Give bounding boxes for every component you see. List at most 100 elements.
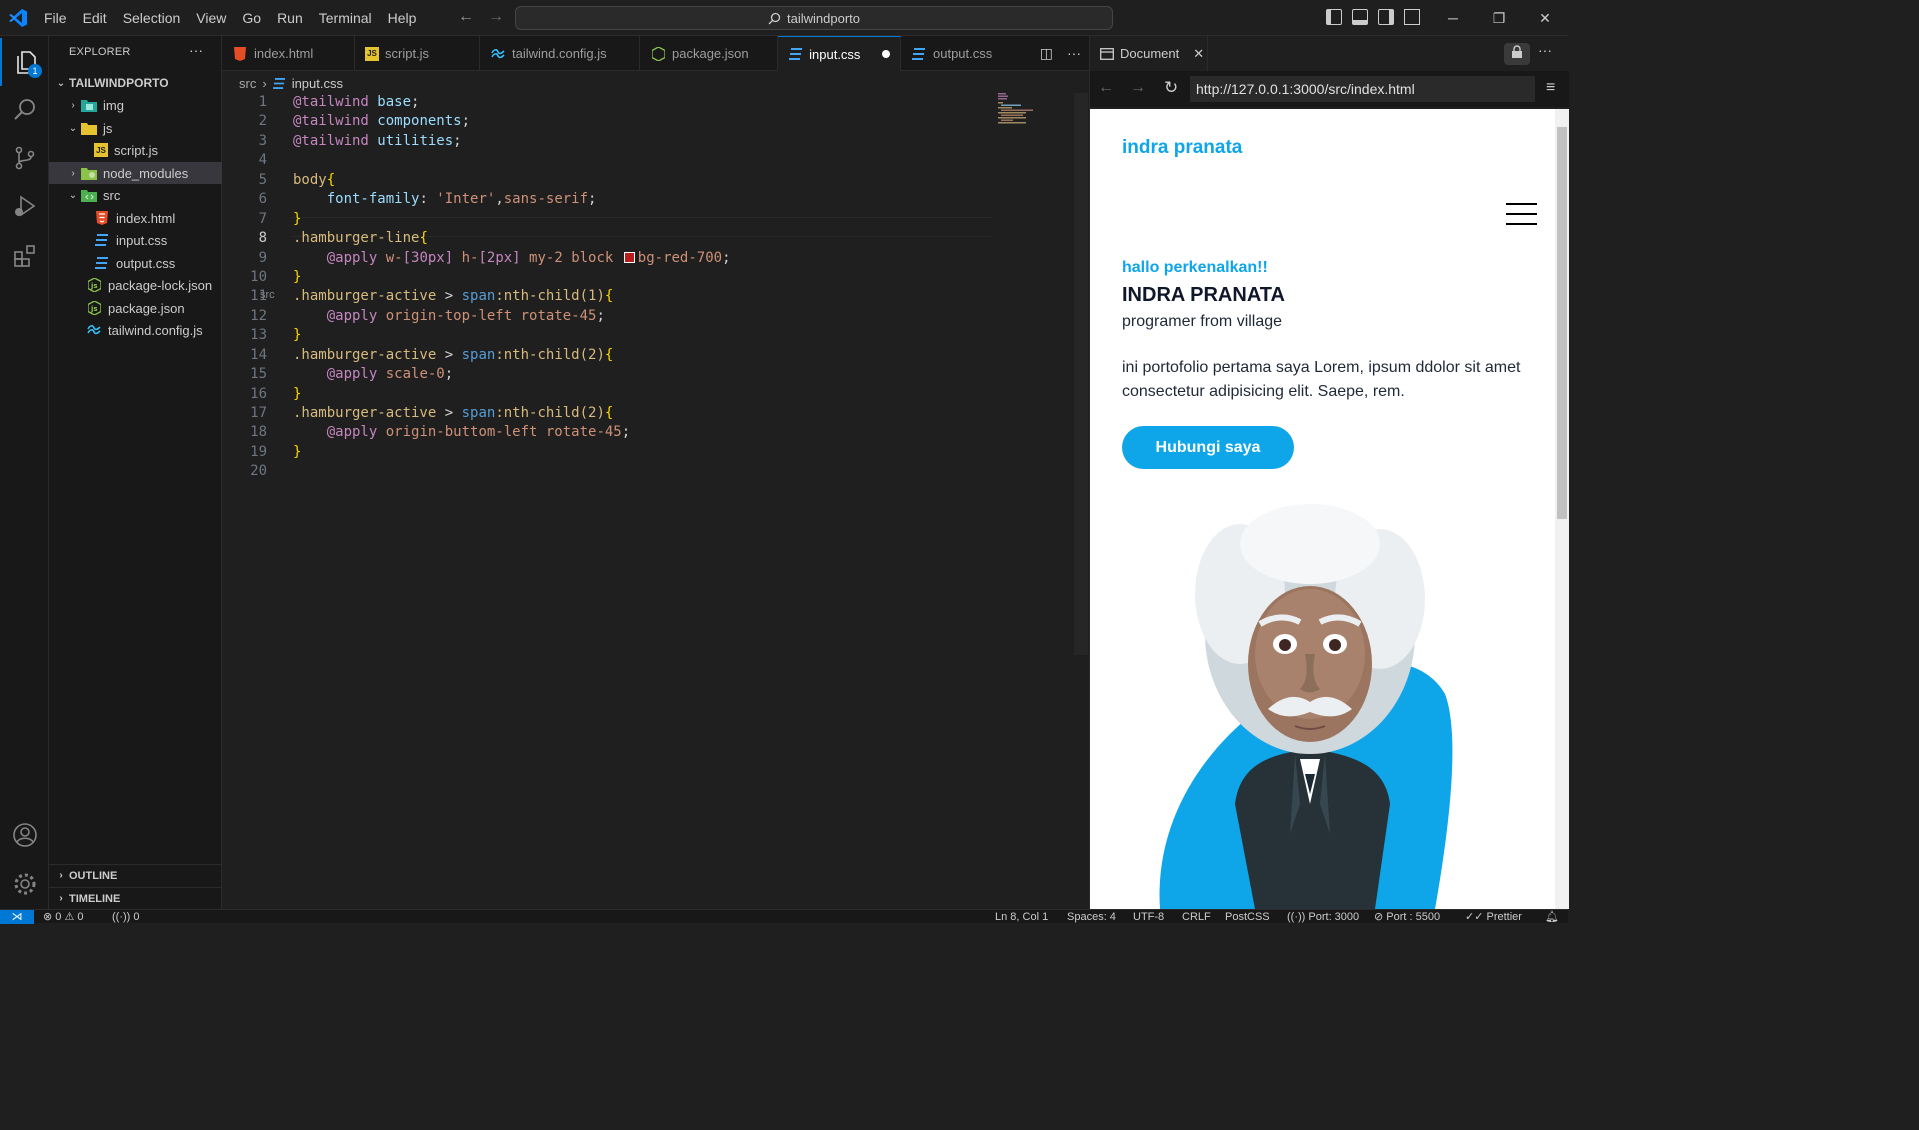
close-icon[interactable]: ✕: [1522, 0, 1568, 36]
tab-input-css[interactable]: input.css: [778, 36, 901, 71]
menu-file[interactable]: File: [36, 0, 75, 36]
forward-arrow-icon[interactable]: →: [488, 8, 504, 26]
refresh-icon[interactable]: ↻: [1164, 78, 1178, 98]
indentation[interactable]: Spaces: 4: [1067, 910, 1116, 924]
tab-index-html[interactable]: index.html src: [222, 36, 355, 301]
live-server-status[interactable]: ⊘ Port : 5500: [1374, 910, 1440, 924]
prettier-status[interactable]: ✓✓ Prettier: [1465, 910, 1522, 924]
more-actions-icon[interactable]: ···: [1538, 42, 1552, 58]
encoding[interactable]: UTF-8: [1133, 910, 1164, 924]
forward-arrow-icon[interactable]: →: [1130, 79, 1146, 97]
source-control-activity[interactable]: [0, 134, 49, 182]
code-line[interactable]: 15 @apply scale-0;: [222, 365, 992, 384]
code-line[interactable]: 6 font-family: 'Inter',sans-serif;: [222, 190, 992, 209]
problems-status[interactable]: ⊗ 0 ⚠ 0: [43, 910, 84, 924]
menu-help[interactable]: Help: [380, 0, 425, 36]
tree-item-package-json[interactable]: js package.json: [49, 297, 222, 319]
tree-item-src[interactable]: ⌄ src: [49, 184, 222, 206]
code-line[interactable]: 12 @apply origin-top-left rotate-45;: [222, 307, 992, 326]
extensions-activity[interactable]: [0, 232, 49, 280]
cursor-position[interactable]: Ln 8, Col 1: [995, 910, 1048, 924]
code-line[interactable]: 3 @tailwind utilities;: [222, 132, 992, 151]
site-logo[interactable]: indra pranata: [1122, 137, 1242, 159]
language-mode[interactable]: PostCSS: [1225, 910, 1270, 924]
tree-item-output-css[interactable]: output.css: [49, 252, 222, 274]
toggle-primary-sidebar-icon[interactable]: [1326, 9, 1342, 25]
customize-layout-icon[interactable]: [1404, 9, 1420, 25]
code-line[interactable]: 10}: [222, 268, 992, 287]
outline-section[interactable]: › OUTLINE: [49, 864, 222, 886]
minimize-icon[interactable]: ─: [1430, 0, 1476, 36]
explorer-activity[interactable]: 1: [0, 38, 49, 86]
tab-output-css[interactable]: output.css: [901, 36, 1015, 71]
split-editor-icon[interactable]: ◫: [1040, 45, 1053, 62]
hamburger-menu-icon[interactable]: [1506, 195, 1537, 225]
tree-item-node-modules[interactable]: › node_modules: [49, 162, 222, 184]
code-line[interactable]: 4: [222, 151, 992, 170]
tree-item-index-html[interactable]: index.html: [49, 207, 222, 229]
lock-icon[interactable]: [1504, 43, 1530, 65]
command-center[interactable]: tailwindporto: [515, 6, 1113, 30]
back-arrow-icon[interactable]: ←: [1098, 79, 1114, 97]
toggle-panel-icon[interactable]: [1352, 9, 1368, 25]
menu-icon[interactable]: ≡: [1546, 79, 1555, 97]
code-line[interactable]: 19}: [222, 443, 992, 462]
tree-item-img[interactable]: › img: [49, 94, 222, 116]
menu-terminal[interactable]: Terminal: [311, 0, 380, 36]
toggle-secondary-sidebar-icon[interactable]: [1378, 9, 1394, 25]
back-arrow-icon[interactable]: ←: [458, 8, 474, 26]
restore-icon[interactable]: ❐: [1476, 0, 1522, 36]
scrollbar-thumb[interactable]: [1557, 127, 1567, 519]
code-line[interactable]: 17 .hamburger-active > span:nth-child(2){: [222, 404, 992, 423]
menu-edit[interactable]: Edit: [75, 0, 115, 36]
menu-go[interactable]: Go: [234, 0, 269, 36]
more-actions-icon[interactable]: ···: [189, 42, 203, 58]
ports-status[interactable]: ((·)) 0: [112, 910, 140, 924]
tree-item-tailwind-config-js[interactable]: tailwind.config.js: [49, 319, 222, 341]
tab-script-js[interactable]: JS script.js: [355, 36, 480, 71]
unsaved-dot-icon[interactable]: [882, 50, 890, 58]
accounts-activity[interactable]: [0, 811, 49, 859]
manage-activity[interactable]: [0, 860, 49, 908]
code-editor[interactable]: 1 @tailwind base; 2 @tailwind components; 3 @…: [222, 93, 992, 482]
remote-indicator-icon[interactable]: ⋊: [0, 910, 34, 924]
search-activity[interactable]: [0, 86, 49, 134]
menu-run[interactable]: Run: [269, 0, 311, 36]
code-line[interactable]: 2 @tailwind components;: [222, 112, 992, 131]
tree-item-js[interactable]: ⌄ js: [49, 117, 222, 139]
close-icon[interactable]: ✕: [1193, 46, 1204, 62]
run-debug-activity[interactable]: [0, 182, 49, 230]
workspace-root[interactable]: ⌄ TAILWINDPORTO: [49, 72, 222, 94]
code-line[interactable]: 7}: [222, 210, 992, 229]
more-actions-icon[interactable]: ···: [1067, 45, 1081, 62]
tree-item-input-css[interactable]: input.css: [49, 229, 222, 251]
code-line[interactable]: 9 @apply w-[30px] h-[2px] my-2 block bg-…: [222, 249, 992, 268]
tailwind-port-status[interactable]: ((·)) Port: 3000: [1287, 910, 1359, 924]
notifications-bell-icon[interactable]: 🔔︎: [1545, 910, 1559, 924]
contact-button[interactable]: Hubungi saya: [1122, 426, 1294, 469]
code-line[interactable]: 1 @tailwind base;: [222, 93, 992, 112]
color-swatch-icon[interactable]: [623, 251, 635, 263]
code-line[interactable]: 16}: [222, 385, 992, 404]
menu-view[interactable]: View: [188, 0, 234, 36]
editor-scrollbar[interactable]: [1074, 93, 1088, 655]
tab-tailwind-config-js[interactable]: tailwind.config.js: [480, 36, 640, 71]
minimap[interactable]: [998, 93, 1038, 125]
tree-item-script-js[interactable]: JS script.js: [49, 139, 222, 161]
url-field[interactable]: http://127.0.0.1:3000/src/index.html: [1190, 76, 1535, 102]
breadcrumb-file[interactable]: input.css: [292, 76, 343, 91]
code-line[interactable]: 5 body{: [222, 171, 992, 190]
tab-package-json[interactable]: package.json: [640, 36, 778, 71]
code-line[interactable]: 14 .hamburger-active > span:nth-child(2){: [222, 346, 992, 365]
code-line[interactable]: 8 .hamburger-line{: [222, 229, 992, 248]
code-line[interactable]: 13}: [222, 326, 992, 345]
page-scrollbar[interactable]: [1555, 109, 1569, 909]
browser-tab[interactable]: Document ✕: [1090, 36, 1208, 71]
code-line[interactable]: 11 .hamburger-active > span:nth-child(1){: [222, 287, 992, 306]
code-line[interactable]: 20: [222, 462, 992, 481]
menu-selection[interactable]: Selection: [115, 0, 189, 36]
code-line[interactable]: 18 @apply origin-buttom-left rotate-45;: [222, 423, 992, 442]
end-of-line[interactable]: CRLF: [1182, 910, 1211, 924]
tree-item-package-lock-json[interactable]: js package-lock.json: [49, 274, 222, 296]
timeline-section[interactable]: › TIMELINE: [49, 887, 222, 909]
